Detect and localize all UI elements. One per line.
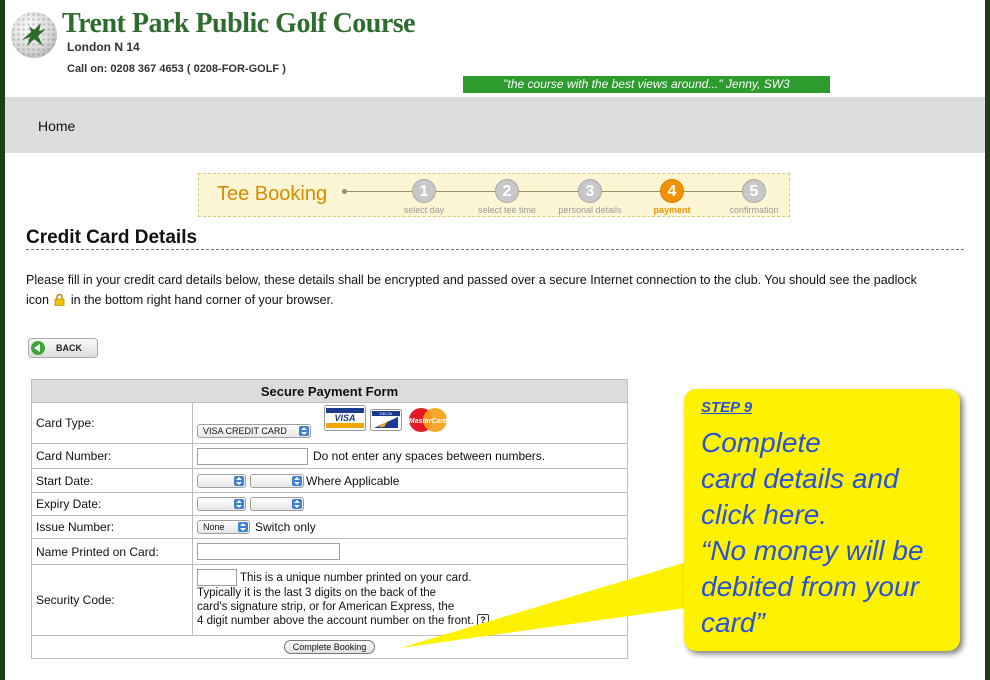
issue-number-note: Switch only <box>255 520 316 534</box>
card-type-select[interactable]: VISA CREDIT CARD <box>197 424 311 438</box>
select-arrows-icon <box>238 522 248 532</box>
page-title: Credit Card Details <box>26 227 198 248</box>
select-arrows-icon <box>234 475 244 486</box>
expiry-date-label: Expiry Date: <box>32 493 193 515</box>
card-number-label: Card Number: <box>32 444 193 468</box>
nav-bar: Home <box>5 97 985 153</box>
card-number-note: Do not enter any spaces between numbers. <box>313 449 546 463</box>
steps-start-dot <box>342 189 347 194</box>
step-confirmation: 5 confirmation <box>709 179 799 215</box>
svg-text:VISA: VISA <box>334 413 355 423</box>
security-code-label: Security Code: <box>32 565 193 635</box>
expiry-month-select[interactable] <box>197 497 246 511</box>
submit-row: Complete Booking <box>32 636 627 658</box>
select-arrows-icon <box>292 499 302 509</box>
security-code-help-1: This is a unique number printed on your … <box>240 571 472 584</box>
name-on-card-input[interactable] <box>197 543 340 560</box>
testimonial-quote: "the course with the best views around..… <box>463 76 830 93</box>
start-date-note: Where Applicable <box>306 473 400 488</box>
security-code-input[interactable] <box>197 569 237 586</box>
issue-number-label: Issue Number: <box>32 516 193 538</box>
step-payment: 4 payment <box>627 179 717 215</box>
security-code-help-2: Typically it is the last 3 digits on the… <box>197 587 437 599</box>
booking-steps: Tee Booking 1 select day 2 select tee time… <box>198 173 790 217</box>
step-personal-details: 3 personal details <box>545 179 635 215</box>
callout-step: STEP 9 <box>701 399 753 416</box>
security-code-help-3: card's signature strip, or for American … <box>197 601 455 613</box>
issue-number-select[interactable]: None <box>197 520 250 534</box>
expiry-date-row: Expiry Date: <box>32 493 627 516</box>
callout-text: Complete card details and click here. “N… <box>701 427 924 638</box>
site-header: Trent Park Public Golf Course London N 1… <box>5 0 985 97</box>
instruction-callout: STEP 9 Complete card details and click h… <box>684 389 960 651</box>
back-arrow-icon <box>31 341 45 355</box>
issue-number-row: Issue Number: None Switch only <box>32 516 627 539</box>
site-location: London N 14 <box>67 40 140 54</box>
title-divider <box>26 249 964 250</box>
name-on-card-row: Name Printed on Card: <box>32 539 627 565</box>
complete-booking-button[interactable]: Complete Booking <box>283 640 376 654</box>
step-select-day: 1 select day <box>379 179 469 215</box>
card-number-input[interactable] <box>197 447 308 465</box>
svg-text:MasterCard: MasterCard <box>409 418 448 425</box>
back-button[interactable]: BACK <box>28 338 98 358</box>
mastercard-logo-icon: MasterCard <box>409 408 448 432</box>
select-arrows-icon <box>299 426 309 436</box>
nav-home-link[interactable]: Home <box>38 118 75 134</box>
help-icon[interactable]: ? <box>477 614 490 626</box>
padlock-icon <box>55 293 65 306</box>
start-date-row: Start Date: Where Applicable <box>32 469 627 493</box>
svg-text:DELTA: DELTA <box>380 411 393 416</box>
steps-title: Tee Booking <box>217 183 328 205</box>
start-year-select[interactable] <box>250 473 304 488</box>
visa-logo-icon: VISA <box>324 405 366 431</box>
security-code-row: Security Code: This is a unique number p… <box>32 565 627 636</box>
card-type-label: Card Type: <box>32 403 193 443</box>
name-on-card-label: Name Printed on Card: <box>32 539 193 564</box>
card-type-row: Card Type: VISA CREDIT CARD VISA DELTA M… <box>32 403 627 444</box>
secure-payment-form: Secure Payment Form Card Type: VISA CRED… <box>31 379 628 659</box>
expiry-year-select[interactable] <box>250 497 304 511</box>
form-heading: Secure Payment Form <box>32 380 627 403</box>
step-select-tee-time: 2 select tee time <box>462 179 552 215</box>
site-title: Trent Park Public Golf Course <box>62 8 416 39</box>
start-date-label: Start Date: <box>32 469 193 492</box>
start-month-select[interactable] <box>197 473 246 488</box>
intro-text: Please fill in your credit card details … <box>26 273 917 307</box>
card-number-row: Card Number: Do not enter any spaces bet… <box>32 444 627 469</box>
golf-ball-logo-icon <box>11 12 57 58</box>
select-arrows-icon <box>292 475 302 486</box>
delta-logo-icon: DELTA <box>370 409 402 431</box>
security-code-help-4: 4 digit number above the account number … <box>197 615 474 627</box>
site-phone: Call on: 0208 367 4653 ( 0208-FOR-GOLF ) <box>67 63 286 75</box>
select-arrows-icon <box>234 499 244 509</box>
page: Trent Park Public Golf Course London N 1… <box>5 0 985 680</box>
